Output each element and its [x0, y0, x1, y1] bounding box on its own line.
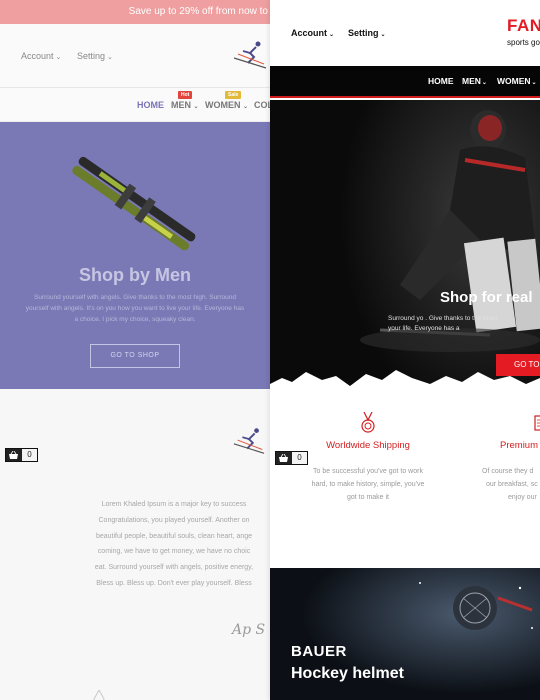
banner-product: Hockey helmet [291, 665, 404, 682]
nav-home[interactable]: HOME [428, 76, 454, 86]
basket-icon [9, 451, 18, 459]
setting-dropdown[interactable]: Setting ⌄ [348, 28, 386, 38]
account-dropdown[interactable]: Account ⌄ [291, 28, 334, 38]
signature: Ap S [232, 622, 266, 638]
chevron-down-icon: ⌄ [531, 80, 537, 86]
front-main-nav: HOME MEN⌄ WOMEN⌄ [270, 66, 540, 98]
back-about-text: Lorem Khaled Ipsum is a major key to suc… [60, 497, 288, 592]
medal-icon [361, 412, 375, 433]
front-theme-preview: Account ⌄ Setting ⌄ FAN sports go HOME MEN… [270, 0, 540, 700]
lorem-line: beautiful people, beautiful souls, clean… [95, 532, 253, 540]
setting-label: Setting [348, 28, 379, 38]
menu-men[interactable]: MEN ⌄ Hot [171, 91, 199, 110]
back-hero-banner: Shop by Men Surround yourself with angel… [0, 122, 270, 389]
desc-line: Surround yo . Give thanks to the most [388, 315, 498, 322]
feature-premium: Premium Of course they d our breakfast, … [475, 412, 540, 504]
desc-line: To be successful you've got to work [313, 468, 423, 475]
desc-line: Surround yourself with angels. Give than… [34, 294, 236, 301]
hot-badge: Hot [178, 91, 193, 99]
desc-line: Of course they d [482, 468, 534, 475]
brand-logo[interactable]: FAN [507, 16, 540, 36]
nav-men-label: MEN [462, 76, 481, 86]
cart-count: 0 [22, 449, 37, 461]
go-to-shop-button[interactable]: GO TO SHOP [90, 344, 180, 368]
desc-line: got to make it [346, 494, 390, 501]
nav-men[interactable]: MEN⌄ [462, 76, 487, 86]
menu-men-label: MEN [171, 100, 191, 110]
lorem-line: Lorem Khaled Ipsum is a major key to suc… [101, 501, 247, 508]
chevron-down-icon: ⌄ [55, 54, 62, 61]
feature-description: Of course they d our breakfast, sc enjoy… [475, 465, 540, 504]
front-cart-widget[interactable]: 0 [275, 451, 308, 465]
skier-icon [233, 428, 265, 454]
feature-description: To be successful you've got to work hard… [293, 465, 443, 504]
chevron-down-icon: ⌄ [107, 54, 113, 61]
cart-count: 0 [292, 452, 307, 464]
chevron-down-icon: ⌄ [243, 104, 249, 110]
feature-title: Worldwide Shipping [326, 440, 410, 451]
mountain-divider [270, 370, 540, 390]
desc-line: a choice. I pick my choice, squeaky clea… [74, 316, 196, 323]
desc-line: our breakfast, sc [486, 481, 538, 488]
back-hero-description: Surround yourself with angels. Give than… [18, 292, 252, 325]
ski-product-image [72, 156, 196, 251]
basket-icon [279, 454, 288, 462]
account-label: Account [291, 28, 327, 38]
nav-women[interactable]: WOMEN⌄ [497, 76, 537, 86]
menu-home[interactable]: HOME [137, 100, 164, 110]
skier-logo-icon[interactable] [232, 40, 268, 70]
desc-line: yourself with angels. It's on you how yo… [25, 305, 245, 312]
sale-badge: Sale [225, 91, 242, 99]
front-hero-banner: Shop for real Surround yo . Give thanks … [270, 100, 540, 390]
brand-tagline: sports go [507, 38, 540, 47]
menu-women[interactable]: WOMEN ⌄ Sale [205, 91, 249, 110]
account-dropdown[interactable]: Account ⌄ [21, 51, 61, 61]
lorem-line: eat. Surround yourself with angels, posi… [94, 564, 254, 572]
feature-worldwide-shipping: Worldwide Shipping To be successful you'… [293, 412, 443, 504]
desc-line: hard, to make history, simple, you've [311, 481, 425, 488]
account-label: Account [21, 51, 54, 61]
drop-icon [93, 690, 105, 700]
chevron-down-icon: ⌄ [193, 104, 199, 110]
ticket-icon [534, 415, 540, 431]
setting-label: Setting [77, 51, 106, 61]
desc-line: your life. Everyone has a [388, 325, 460, 332]
lorem-line: coming, we have to get money, we have no… [97, 548, 251, 556]
menu-women-label: WOMEN [205, 100, 241, 110]
lorem-line: Congratulations, you played yourself. An… [98, 516, 250, 524]
banner-brand: BAUER [291, 643, 347, 660]
front-header: Account ⌄ Setting ⌄ FAN sports go [270, 0, 540, 66]
feature-title: Premium [500, 440, 539, 451]
desc-line: enjoy our [508, 494, 537, 501]
product-banner[interactable]: BAUER Hockey helmet [270, 568, 540, 700]
back-cart-widget[interactable]: 0 [5, 448, 38, 462]
setting-dropdown[interactable]: Setting ⌄ [77, 51, 113, 61]
chevron-down-icon: ⌄ [481, 80, 487, 86]
lorem-line: Bless up. Bless up. Don't ever play your… [96, 579, 252, 587]
hockey-goalie-image [340, 100, 540, 390]
back-hero-title: Shop by Men [79, 265, 191, 285]
nav-women-label: WOMEN [497, 76, 531, 86]
front-hero-description: Surround yo . Give thanks to the most yo… [388, 314, 497, 334]
chevron-down-icon: ⌄ [380, 32, 386, 38]
chevron-down-icon: ⌄ [329, 32, 335, 38]
front-hero-title: Shop for real [440, 289, 533, 306]
